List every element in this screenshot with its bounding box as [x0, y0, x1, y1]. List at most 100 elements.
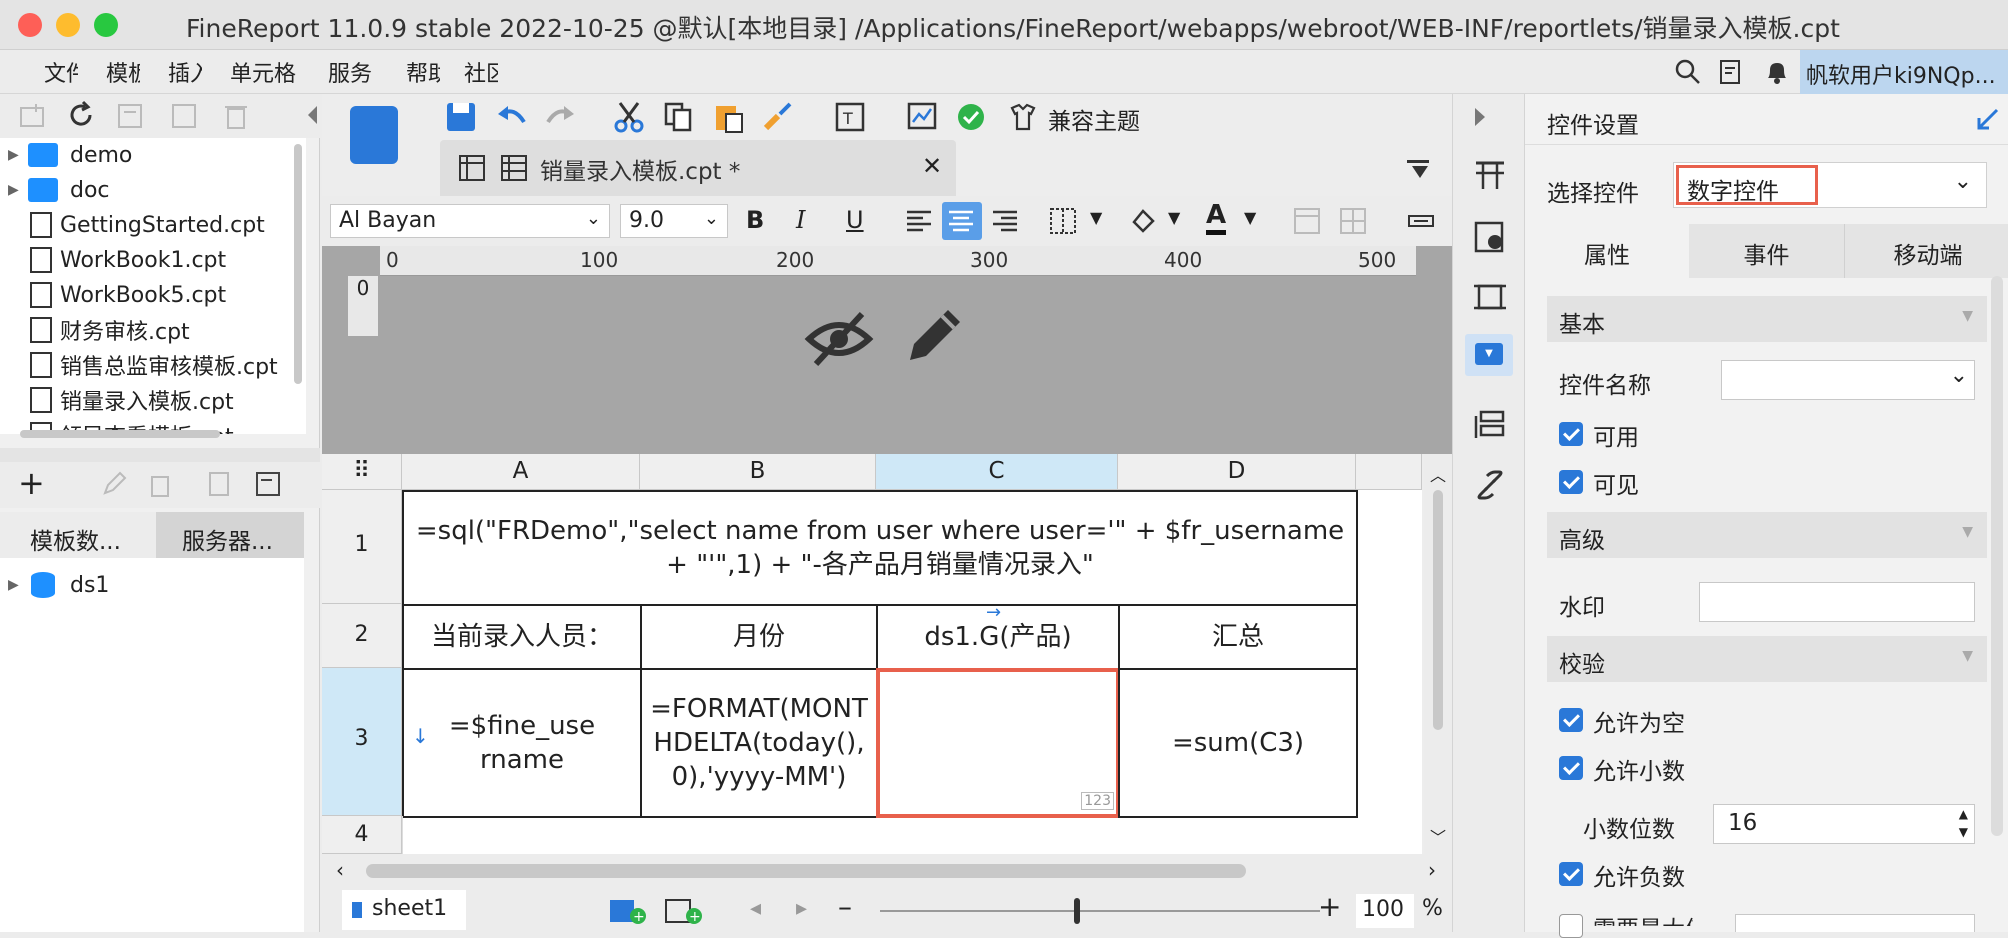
watermark-input[interactable]	[1699, 582, 1975, 622]
copy-icon[interactable]	[662, 100, 696, 134]
scroll-thumb[interactable]	[1433, 490, 1443, 730]
template-tab-label[interactable]: 销量录入模板.cpt *	[540, 152, 740, 186]
zoom-slider-track[interactable]	[880, 910, 1320, 912]
notes-icon[interactable]	[1718, 58, 1746, 86]
horizontal-scrollbar[interactable]: ‹ ›	[326, 854, 1446, 890]
zoom-in-button[interactable]: +	[1318, 890, 1341, 923]
expand-arrow-icon[interactable]: ▶	[8, 577, 28, 593]
chevron-down-icon[interactable]: ▼	[1244, 208, 1256, 227]
paste-icon[interactable]	[712, 100, 746, 134]
dataset-item-ds1[interactable]: ▶ ds1	[8, 568, 109, 602]
stepper-arrows-icon[interactable]: ▲ ▼	[1959, 805, 1968, 841]
template-type-icon[interactable]	[350, 106, 398, 164]
add-sheet-icon[interactable]: +	[608, 896, 648, 926]
tree-item-doc[interactable]: ▶ doc	[8, 173, 110, 207]
tree-item-file[interactable]: WorkBook5.cpt	[28, 278, 226, 312]
dataset-settings-icon[interactable]	[254, 470, 282, 498]
cell-attribute-icon[interactable]	[1473, 158, 1507, 192]
column-header-b[interactable]: B	[640, 454, 876, 490]
merge-cells-icon[interactable]	[1292, 206, 1322, 236]
underline-button[interactable]: U	[846, 206, 864, 234]
border-icon[interactable]	[1048, 206, 1078, 236]
check-icon[interactable]	[956, 102, 986, 132]
minimize-window-button[interactable]	[56, 13, 80, 37]
add-report-icon[interactable]: +	[664, 896, 704, 926]
float-element-icon[interactable]	[1473, 280, 1507, 314]
tab-server-datasets[interactable]: 服务器...	[156, 512, 304, 558]
widget-settings-tab[interactable]: ▼	[1465, 334, 1513, 376]
column-header-c[interactable]: C	[876, 454, 1118, 490]
chevron-down-icon[interactable]: ﹀	[1430, 824, 1446, 848]
prev-sheet-button[interactable]: ◂	[750, 896, 761, 921]
formula-preview-icon[interactable]: T	[834, 100, 868, 134]
collapse-right-icon[interactable]	[1475, 108, 1485, 126]
expand-panel-icon[interactable]	[1975, 106, 2001, 132]
save-icon[interactable]	[444, 100, 478, 134]
zoom-input[interactable]: 100	[1356, 894, 1414, 928]
tab-template-datasets[interactable]: 模板数...	[0, 512, 156, 558]
section-validation[interactable]: 校验 ▼	[1547, 636, 1987, 682]
allow-decimal-checkbox[interactable]	[1559, 756, 1583, 780]
font-family-select[interactable]: Al Bayan ⌄	[330, 204, 610, 238]
new-folder-icon[interactable]	[18, 102, 46, 130]
cell-a3[interactable]: =$fine_username	[402, 668, 642, 818]
edit-pencil-icon[interactable]	[902, 302, 968, 368]
menu-template[interactable]: 模板	[106, 56, 140, 88]
redo-icon[interactable]	[544, 100, 578, 134]
zoom-slider-thumb[interactable]	[1074, 898, 1080, 924]
tree-item-file[interactable]: 销量录入模板.cpt	[28, 383, 234, 417]
menu-server[interactable]: 服务	[328, 56, 372, 88]
expand-arrow-icon[interactable]: ▶	[8, 147, 28, 163]
split-cells-icon[interactable]	[1338, 206, 1368, 236]
refresh-icon[interactable]	[66, 100, 96, 130]
cell-c3[interactable]: 123	[876, 668, 1120, 818]
splitter[interactable]	[0, 448, 320, 462]
menu-community[interactable]: 社区	[464, 56, 498, 88]
tree-hscrollbar[interactable]	[20, 430, 220, 438]
chevron-down-icon[interactable]: ▼	[1090, 208, 1102, 227]
column-header-e[interactable]	[1356, 454, 1422, 490]
cell-d2[interactable]: 汇总	[1118, 604, 1358, 670]
zoom-out-button[interactable]: –	[838, 890, 852, 923]
select-all-corner[interactable]: ⠿	[322, 454, 402, 490]
font-size-select[interactable]: 9.0 ⌄	[620, 204, 728, 238]
widget-name-input[interactable]: ⌄	[1721, 360, 1975, 400]
align-center-button[interactable]	[942, 202, 982, 240]
tree-item-file[interactable]: GettingStarted.cpt	[28, 208, 265, 242]
edit-file-icon[interactable]	[170, 102, 198, 130]
chevron-up-icon[interactable]: ︿	[1430, 462, 1454, 486]
allow-empty-checkbox[interactable]	[1559, 708, 1583, 732]
close-window-button[interactable]	[18, 13, 42, 37]
need-max-checkbox[interactable]	[1559, 914, 1583, 938]
hyperlink-icon[interactable]	[1473, 468, 1507, 502]
condition-attribute-icon[interactable]	[1473, 408, 1507, 442]
grid-icon[interactable]	[458, 154, 486, 182]
visible-checkbox[interactable]	[1559, 470, 1583, 494]
section-advanced[interactable]: 高级 ▼	[1547, 512, 1987, 558]
row-header-1[interactable]: 1	[322, 490, 402, 604]
cell-a2[interactable]: 当前录入人员：	[402, 604, 642, 670]
next-sheet-button[interactable]: ▸	[796, 896, 807, 921]
sheet-tab[interactable]: sheet1	[342, 890, 466, 930]
delete-icon[interactable]	[222, 102, 250, 130]
close-tab-button[interactable]: ✕	[922, 152, 942, 180]
chevron-down-icon[interactable]: ▼	[1168, 208, 1180, 227]
search-icon[interactable]	[1674, 58, 1702, 86]
allow-negative-checkbox[interactable]	[1559, 862, 1583, 886]
cell-d3[interactable]: =sum(C3)	[1118, 668, 1358, 818]
tree-scrollbar[interactable]	[294, 144, 302, 384]
fill-color-icon[interactable]	[1128, 206, 1158, 236]
add-dataset-button[interactable]: +	[18, 464, 45, 502]
panel-scrollbar[interactable]	[1991, 276, 2003, 836]
user-account[interactable]: 帆软用户ki9NQp...	[1800, 50, 2008, 94]
tab-properties[interactable]: 属性	[1525, 224, 1689, 278]
widget-type-select[interactable]: 数字控件 ⌄	[1673, 162, 1987, 208]
chevron-left-icon[interactable]: ‹	[336, 858, 344, 882]
edit-icon[interactable]	[100, 470, 128, 498]
delete-icon[interactable]	[146, 470, 174, 498]
column-header-d[interactable]: D	[1118, 454, 1356, 490]
tree-item-file[interactable]: 财务审核.cpt	[28, 313, 190, 347]
scroll-thumb[interactable]	[366, 864, 1246, 878]
properties-icon[interactable]	[116, 102, 144, 130]
cut-icon[interactable]	[612, 100, 646, 134]
